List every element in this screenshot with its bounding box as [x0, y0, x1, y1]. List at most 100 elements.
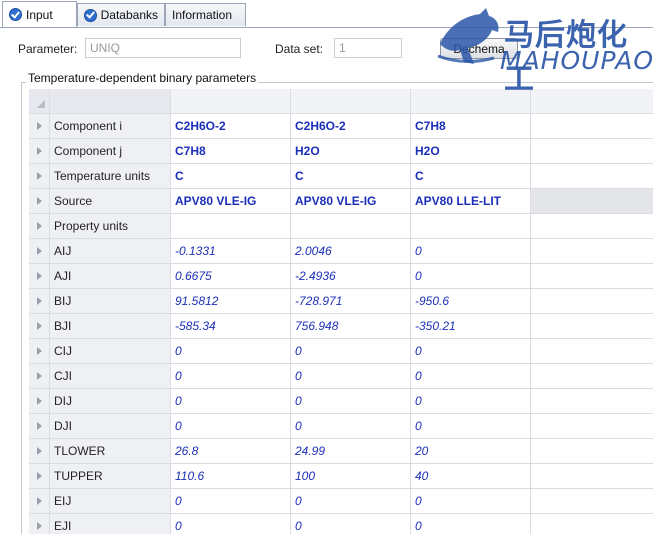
- value-cell[interactable]: 0: [171, 514, 291, 534]
- value-cell[interactable]: C: [171, 164, 291, 188]
- value-cell[interactable]: C2H6O-2: [291, 114, 411, 138]
- value-cell[interactable]: 0: [411, 514, 531, 534]
- value-cell[interactable]: H2O: [411, 139, 531, 163]
- value-cell[interactable]: -950.6: [411, 289, 531, 313]
- value-cell[interactable]: 0: [291, 489, 411, 513]
- empty-cell[interactable]: [531, 389, 653, 413]
- value-cell[interactable]: 0: [291, 514, 411, 534]
- value-cell[interactable]: -350.21: [411, 314, 531, 338]
- value-cell[interactable]: 110.6: [171, 464, 291, 488]
- column-header-2[interactable]: [291, 89, 411, 113]
- row-selector[interactable]: [29, 489, 50, 513]
- column-header-3[interactable]: [411, 89, 531, 113]
- empty-cell[interactable]: [531, 489, 653, 513]
- dechema-button[interactable]: Dechema: [440, 38, 518, 59]
- dataset-field[interactable]: 1: [334, 38, 402, 58]
- value-cell[interactable]: 20: [411, 439, 531, 463]
- row-selector[interactable]: [29, 414, 50, 438]
- row-selector[interactable]: [29, 114, 50, 138]
- row-selector[interactable]: [29, 439, 50, 463]
- tab-databanks[interactable]: Databanks: [77, 3, 165, 26]
- row-selector[interactable]: [29, 464, 50, 488]
- value-cell[interactable]: APV80 VLE-IG: [291, 189, 411, 213]
- tab-input[interactable]: Input: [2, 1, 77, 27]
- value-cell[interactable]: 40: [411, 464, 531, 488]
- value-cell[interactable]: 100: [291, 464, 411, 488]
- value-cell[interactable]: -728.971: [291, 289, 411, 313]
- select-all-corner[interactable]: [29, 89, 50, 113]
- value-cell[interactable]: [291, 214, 411, 238]
- value-cell[interactable]: 0: [171, 489, 291, 513]
- row-selector[interactable]: [29, 164, 50, 188]
- value-cell[interactable]: 2.0046: [291, 239, 411, 263]
- value-cell[interactable]: 0.6675: [171, 264, 291, 288]
- empty-cell[interactable]: [531, 364, 653, 388]
- row-selector[interactable]: [29, 339, 50, 363]
- empty-cell[interactable]: [531, 114, 653, 138]
- value-cell[interactable]: 0: [411, 389, 531, 413]
- value-cell[interactable]: -0.1331: [171, 239, 291, 263]
- value-cell[interactable]: 0: [291, 414, 411, 438]
- empty-cell[interactable]: [531, 239, 653, 263]
- value-cell[interactable]: C7H8: [411, 114, 531, 138]
- column-header-4[interactable]: [531, 89, 653, 113]
- empty-cell[interactable]: [531, 189, 653, 213]
- value-cell[interactable]: [411, 214, 531, 238]
- grid-row: Component i C2H6O-2 C2H6O-2 C7H8: [29, 114, 653, 139]
- empty-cell[interactable]: [531, 464, 653, 488]
- empty-cell[interactable]: [531, 164, 653, 188]
- empty-cell[interactable]: [531, 139, 653, 163]
- row-label: AJI: [50, 264, 171, 288]
- empty-cell[interactable]: [531, 414, 653, 438]
- value-cell[interactable]: 0: [411, 489, 531, 513]
- value-cell[interactable]: [171, 214, 291, 238]
- row-selector[interactable]: [29, 139, 50, 163]
- empty-cell[interactable]: [531, 289, 653, 313]
- value-cell[interactable]: C: [291, 164, 411, 188]
- row-selector[interactable]: [29, 239, 50, 263]
- value-cell[interactable]: C: [411, 164, 531, 188]
- value-cell[interactable]: 0: [291, 364, 411, 388]
- value-cell[interactable]: C7H8: [171, 139, 291, 163]
- parameter-field[interactable]: UNIQ: [85, 38, 241, 58]
- tab-information[interactable]: Information: [165, 3, 246, 26]
- empty-cell[interactable]: [531, 314, 653, 338]
- empty-cell[interactable]: [531, 339, 653, 363]
- value-cell[interactable]: 0: [411, 239, 531, 263]
- value-cell[interactable]: H2O: [291, 139, 411, 163]
- row-label: EJI: [50, 514, 171, 534]
- empty-cell[interactable]: [531, 439, 653, 463]
- row-selector[interactable]: [29, 514, 50, 534]
- row-selector[interactable]: [29, 289, 50, 313]
- empty-cell[interactable]: [531, 264, 653, 288]
- row-selector[interactable]: [29, 314, 50, 338]
- value-cell[interactable]: 0: [171, 414, 291, 438]
- empty-cell[interactable]: [531, 214, 653, 238]
- column-header-1[interactable]: [171, 89, 291, 113]
- row-selector[interactable]: [29, 264, 50, 288]
- value-cell[interactable]: 756.948: [291, 314, 411, 338]
- value-cell[interactable]: -585.34: [171, 314, 291, 338]
- value-cell[interactable]: 0: [291, 389, 411, 413]
- value-cell[interactable]: 0: [411, 364, 531, 388]
- value-cell[interactable]: 0: [411, 339, 531, 363]
- value-cell[interactable]: 26.8: [171, 439, 291, 463]
- value-cell[interactable]: 0: [411, 414, 531, 438]
- empty-cell[interactable]: [531, 514, 653, 534]
- row-selector[interactable]: [29, 189, 50, 213]
- value-cell[interactable]: 0: [171, 339, 291, 363]
- value-cell[interactable]: 0: [291, 339, 411, 363]
- row-selector[interactable]: [29, 364, 50, 388]
- value-cell[interactable]: 24.99: [291, 439, 411, 463]
- value-cell[interactable]: APV80 VLE-IG: [171, 189, 291, 213]
- value-cell[interactable]: -2.4936: [291, 264, 411, 288]
- value-cell[interactable]: C2H6O-2: [171, 114, 291, 138]
- value-cell[interactable]: 0: [411, 264, 531, 288]
- row-selector[interactable]: [29, 214, 50, 238]
- value-cell[interactable]: 0: [171, 389, 291, 413]
- value-cell[interactable]: APV80 LLE-LIT: [411, 189, 531, 213]
- value-cell[interactable]: 91.5812: [171, 289, 291, 313]
- row-label: BJI: [50, 314, 171, 338]
- value-cell[interactable]: 0: [171, 364, 291, 388]
- row-selector[interactable]: [29, 389, 50, 413]
